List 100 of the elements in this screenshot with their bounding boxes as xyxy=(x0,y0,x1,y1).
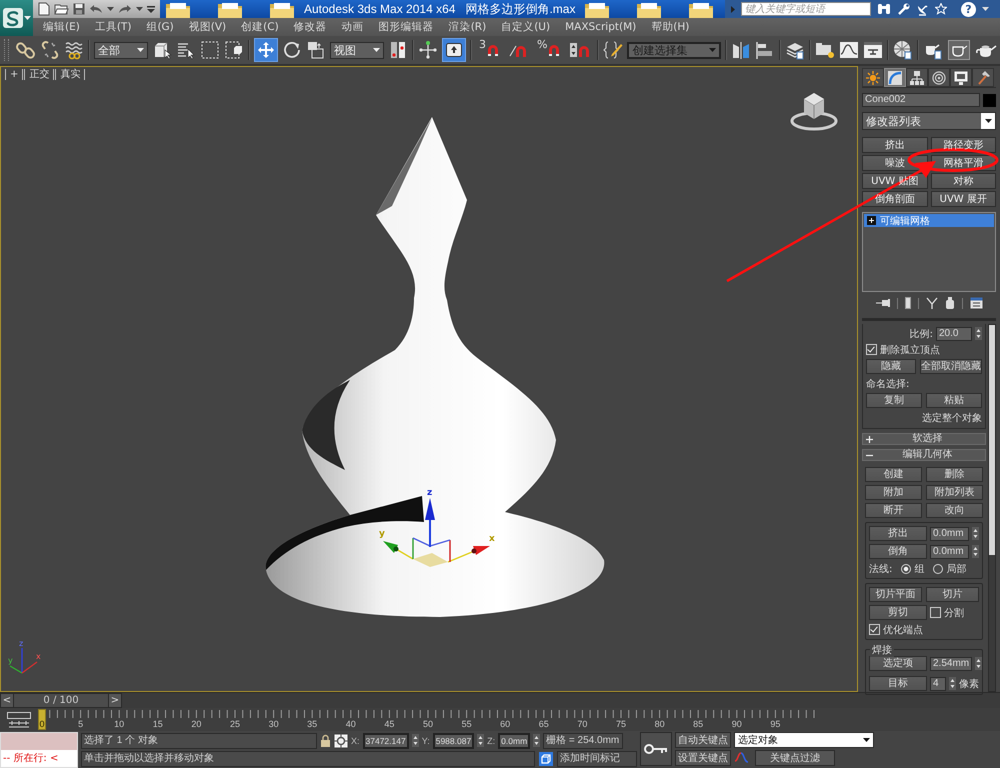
rollout-button[interactable]: 切片平面 xyxy=(869,587,922,602)
menu-item[interactable]: 渲染(R) xyxy=(448,20,486,34)
percent-snap-button[interactable]: % xyxy=(534,38,564,62)
spinner-arrows-icon[interactable] xyxy=(412,734,419,747)
pin-icon[interactable] xyxy=(876,298,890,308)
spinner-arrows-icon[interactable] xyxy=(477,734,484,747)
spinner-arrows-icon[interactable] xyxy=(972,527,979,540)
rollout-button[interactable]: 目标 xyxy=(869,676,927,691)
search-field[interactable]: 键入关键字或短语 xyxy=(741,2,871,16)
key-mode-dropdown[interactable]: 选定对象 xyxy=(734,732,874,748)
panel-tab[interactable] xyxy=(972,68,994,87)
rollout-button[interactable]: 选定项 xyxy=(869,656,927,671)
modifier-list-dropdown[interactable]: 修改器列表 xyxy=(862,112,996,130)
snap-toggle-button[interactable]: 3 xyxy=(476,38,502,62)
key-filters-button[interactable]: 关键点过滤 xyxy=(755,750,835,766)
rollout-button[interactable]: 创建 xyxy=(865,467,922,482)
customize-caret-icon[interactable] xyxy=(147,6,155,12)
satellite-dish-icon[interactable] xyxy=(916,2,929,16)
undo-icon[interactable] xyxy=(89,4,103,14)
wrench-icon[interactable] xyxy=(897,2,910,16)
star-icon[interactable] xyxy=(935,3,947,15)
rollout-button[interactable]: 剪切 xyxy=(869,605,927,620)
new-file-icon[interactable] xyxy=(38,2,50,16)
checkbox[interactable] xyxy=(869,624,880,635)
redo-icon[interactable] xyxy=(118,4,132,14)
key-button[interactable] xyxy=(640,732,672,766)
panel-tab[interactable] xyxy=(906,68,928,87)
rollout-button[interactable]: 附加 xyxy=(865,485,922,500)
rollout-button[interactable]: 附加列表 xyxy=(926,485,983,500)
scale-field[interactable]: 20.0 xyxy=(936,326,972,340)
menu-item[interactable]: 图形编辑器 xyxy=(378,20,434,34)
move-gizmo[interactable] xyxy=(383,498,490,567)
rotate-icon[interactable] xyxy=(282,40,302,60)
checkered-sphere-icon[interactable] xyxy=(893,40,914,60)
menu-item[interactable]: 帮助(H) xyxy=(651,20,690,34)
keyboard-override-button[interactable] xyxy=(442,38,466,62)
rollout-button[interactable]: 挤出 xyxy=(869,526,927,541)
select-and-move-button[interactable] xyxy=(254,38,278,62)
scale-boxes-icon[interactable] xyxy=(306,40,326,60)
next-frame-button[interactable]: > xyxy=(108,694,121,707)
rollout-button[interactable]: 切片 xyxy=(926,587,979,602)
manipulate-cross-icon[interactable] xyxy=(418,40,438,60)
menu-item[interactable]: 编辑(E) xyxy=(43,20,80,34)
menu-item[interactable]: 创建(C) xyxy=(241,20,279,34)
spinner-arrows-icon[interactable] xyxy=(975,657,982,670)
checkbox[interactable] xyxy=(866,344,877,355)
current-frame-marker[interactable] xyxy=(38,709,46,730)
bottle-icon[interactable] xyxy=(944,297,954,309)
target-box-icon[interactable] xyxy=(334,734,348,748)
modifier-button[interactable]: UVW 展开 xyxy=(930,191,996,207)
time-slider-track[interactable]: < 0 / 100 > xyxy=(0,692,1000,708)
modifier-button[interactable]: 对称 xyxy=(930,173,996,189)
rollout-header[interactable]: 软选择 xyxy=(862,433,986,445)
modifier-button[interactable]: 倒角剖面 xyxy=(862,191,928,207)
curve-graph-icon[interactable] xyxy=(839,40,860,60)
help-button[interactable]: ? xyxy=(961,2,976,16)
fork-icon[interactable] xyxy=(926,297,938,309)
time-tag-field[interactable]: 添加时间标记 xyxy=(557,751,637,767)
binoculars-icon[interactable] xyxy=(877,3,891,15)
save-icon[interactable] xyxy=(73,3,85,15)
rollout-button[interactable]: 粘贴 xyxy=(926,393,982,408)
scrollbar-track[interactable] xyxy=(988,324,996,692)
spinner-field[interactable]: 4 xyxy=(930,676,946,690)
dashed-rectangle-icon[interactable] xyxy=(200,40,220,60)
previous-frame-button[interactable]: < xyxy=(1,694,14,707)
application-button[interactable] xyxy=(0,0,33,36)
spinner-arrows-icon[interactable] xyxy=(949,677,956,690)
spinner-field[interactable]: 2.54mm xyxy=(930,656,972,670)
object-name-field[interactable]: Cone002 xyxy=(862,93,980,107)
folder-dot-icon[interactable] xyxy=(815,40,836,60)
time-slider-thumb[interactable]: < 0 / 100 > xyxy=(0,693,122,708)
rollout-button[interactable]: 隐藏 xyxy=(866,359,916,374)
menu-item[interactable]: 自定义(U) xyxy=(501,20,550,34)
radio-button[interactable] xyxy=(933,564,944,574)
menu-item[interactable]: 组(G) xyxy=(146,20,174,34)
rollout-button[interactable]: 倒角 xyxy=(869,544,927,559)
menu-item[interactable]: MAXScript(M) xyxy=(565,21,636,33)
chain-link-icon[interactable] xyxy=(16,40,36,60)
rollout-header[interactable]: 编辑几何体 xyxy=(862,449,986,461)
menu-item[interactable]: 视图(V) xyxy=(188,20,226,34)
braces-pencil-icon[interactable] xyxy=(603,40,624,60)
listener-input-field[interactable] xyxy=(1,733,77,750)
mirror-icon[interactable] xyxy=(731,40,752,60)
viewport-label[interactable]: 正交 xyxy=(24,69,54,80)
menu-item[interactable]: 动画 xyxy=(342,20,364,34)
rollout-button[interactable]: 删除 xyxy=(926,467,983,482)
panel-tab[interactable] xyxy=(862,68,884,87)
rollout-button[interactable]: 改向 xyxy=(926,503,983,518)
rollout-button[interactable]: 断开 xyxy=(865,503,922,518)
menu-item[interactable]: 工具(T) xyxy=(94,20,132,34)
viewport-label[interactable]: + xyxy=(5,69,24,80)
open-folder-icon[interactable] xyxy=(54,3,69,15)
rollout-button[interactable]: 全部取消隐藏 xyxy=(920,359,982,374)
modifier-stack-item[interactable]: 可编辑网格 xyxy=(864,214,994,227)
viewport-label[interactable]: 真实 xyxy=(55,69,86,80)
rollout-button[interactable]: 复制 xyxy=(866,393,922,408)
cube-cursor-icon[interactable] xyxy=(152,40,172,60)
scrollbar-thumb[interactable] xyxy=(989,325,995,555)
coordinate-field[interactable]: 5988.087 xyxy=(432,732,474,748)
reference-coordinate-dropdown[interactable]: 视图 xyxy=(330,42,384,58)
